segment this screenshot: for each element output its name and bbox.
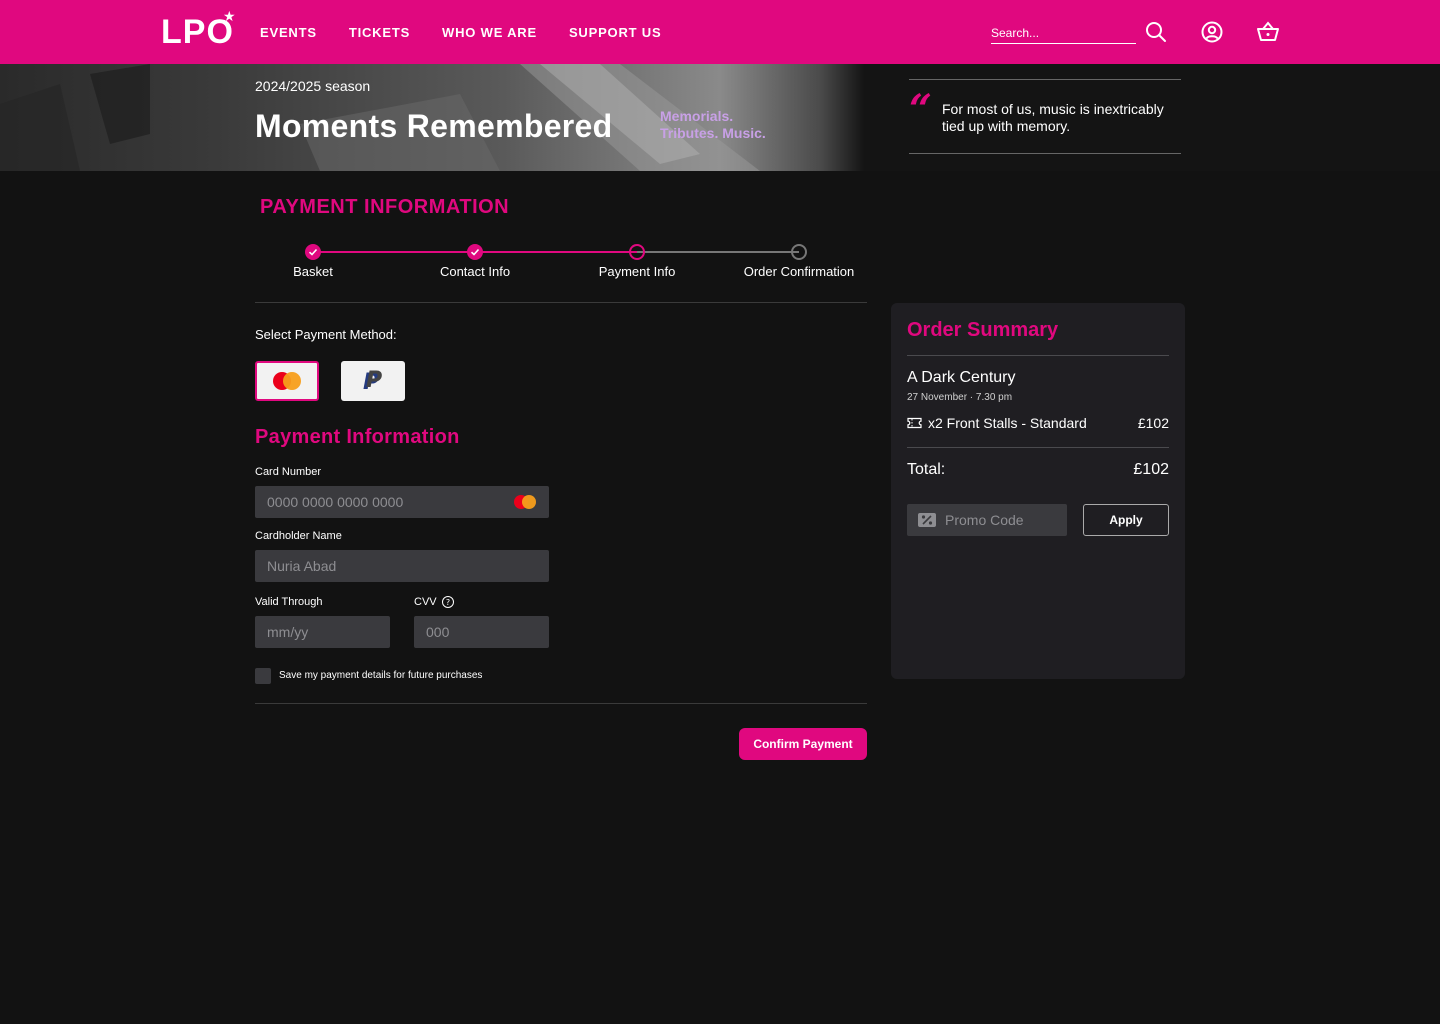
valid-through-input[interactable] (255, 616, 390, 648)
promo-code-field[interactable] (907, 504, 1067, 536)
search-input[interactable] (991, 22, 1136, 44)
payment-heading: PAYMENT INFORMATION (260, 196, 510, 218)
mastercard-icon (273, 372, 301, 390)
search-icon[interactable] (1144, 20, 1168, 44)
discount-icon (918, 513, 936, 527)
divider-bottom (255, 703, 867, 704)
logo-star-icon: ★ (223, 8, 236, 24)
summary-divider-1 (907, 355, 1169, 356)
card-number-label: Card Number (255, 466, 322, 478)
promo-code-input[interactable] (945, 504, 1065, 536)
account-icon[interactable] (1200, 20, 1224, 44)
nav-events[interactable]: EVENTS (260, 25, 317, 40)
quote-box: “ For most of us, music is inextricably … (909, 79, 1181, 154)
select-payment-method-label: Select Payment Method: (255, 327, 397, 342)
summary-divider-2 (907, 447, 1169, 448)
apply-promo-button[interactable]: Apply (1083, 504, 1169, 536)
help-icon[interactable]: ? (441, 595, 455, 609)
total-value: £102 (1133, 461, 1169, 478)
order-summary-title: Order Summary (907, 319, 1059, 341)
paypal-method-button[interactable]: P P (341, 361, 405, 401)
hero-title: Moments Remembered (255, 108, 613, 144)
save-details-checkbox[interactable] (255, 668, 271, 684)
save-details-label[interactable]: Save my payment details for future purch… (279, 670, 482, 681)
svg-text:?: ? (446, 598, 450, 607)
top-navigation-bar: LPO ★ EVENTS TICKETS WHO WE ARE SUPPORT … (0, 0, 1440, 64)
ticket-price: £102 (1137, 415, 1169, 431)
quote-mark-icon: “ (909, 86, 933, 133)
valid-through-label: Valid Through (255, 596, 323, 608)
event-date: 27 November · 7.30 pm (907, 392, 1013, 403)
order-summary-panel: Order Summary A Dark Century 27 November… (891, 303, 1185, 679)
confirm-payment-button[interactable]: Confirm Payment (739, 728, 867, 760)
divider-top (255, 302, 867, 303)
main-nav: EVENTS TICKETS WHO WE ARE SUPPORT US (260, 0, 661, 64)
nav-who-we-are[interactable]: WHO WE ARE (442, 25, 537, 40)
checkout-stepper: Basket Contact Info Payment Info Order C… (255, 240, 867, 290)
hero-subtitle: Memorials. Tributes. Music. (660, 108, 766, 142)
step-label-contact[interactable]: Contact Info (440, 264, 510, 279)
step-confirmation-dot (791, 244, 807, 260)
ticket-icon (907, 417, 922, 429)
nav-support-us[interactable]: SUPPORT US (569, 25, 662, 40)
cvv-input[interactable] (414, 616, 549, 648)
mastercard-method-button[interactable] (255, 361, 319, 401)
hero-banner: 2024/2025 season Moments Remembered Memo… (0, 64, 1440, 171)
cardholder-name-label: Cardholder Name (255, 530, 342, 542)
step-label-payment: Payment Info (598, 264, 676, 279)
total-label: Total: (907, 461, 946, 478)
step-connector-3 (637, 251, 799, 253)
payment-information-subheading: Payment Information (255, 426, 460, 448)
total-row: Total: £102 (907, 461, 1169, 479)
card-brand-icon (514, 495, 536, 509)
paypal-icon: P P (363, 368, 382, 395)
nav-tickets[interactable]: TICKETS (349, 25, 410, 40)
step-contact-check-icon[interactable] (467, 244, 483, 260)
step-basket-check-icon[interactable] (305, 244, 321, 260)
step-payment-dot (629, 244, 645, 260)
step-connector-2 (475, 251, 637, 253)
season-label: 2024/2025 season (255, 78, 371, 94)
ticket-description: x2 Front Stalls - Standard (928, 415, 1087, 431)
basket-icon[interactable] (1256, 20, 1280, 44)
step-label-confirmation: Order Confirmation (743, 264, 855, 279)
ticket-line-item: x2 Front Stalls - Standard £102 (907, 415, 1169, 431)
cardholder-name-input[interactable] (255, 550, 549, 582)
quote-text: For most of us, music is inextricably ti… (942, 101, 1164, 134)
event-name: A Dark Century (907, 369, 1016, 386)
cvv-label: CVV (414, 596, 437, 608)
step-connector-1 (313, 251, 475, 253)
svg-text:P: P (366, 368, 382, 393)
step-label-basket[interactable]: Basket (293, 264, 333, 279)
hero-subtitle-line-2: Tributes. Music. (660, 125, 766, 141)
card-number-input[interactable] (255, 486, 549, 518)
hero-subtitle-line-1: Memorials. (660, 108, 734, 124)
